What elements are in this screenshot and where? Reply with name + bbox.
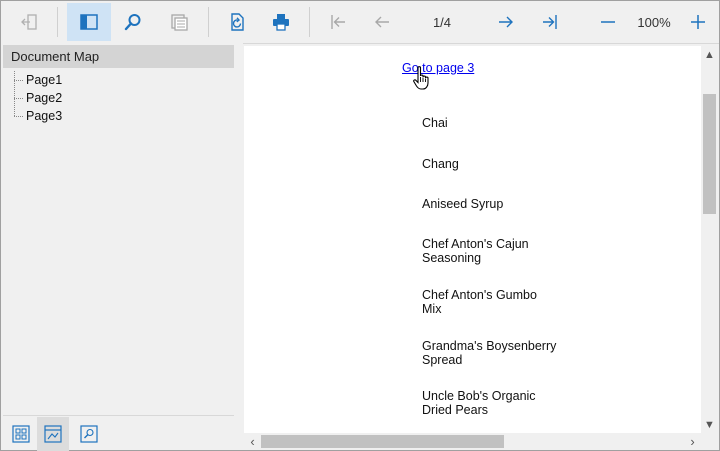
- search-icon: [124, 14, 141, 31]
- page-view-button[interactable]: [159, 3, 199, 41]
- page-indicator[interactable]: 1/4: [417, 3, 467, 41]
- zoom-out-button[interactable]: [589, 3, 627, 41]
- product-name: Chef Anton's Cajun Seasoning: [422, 237, 529, 265]
- first-page-button[interactable]: [319, 3, 357, 41]
- horizontal-scroll-thumb[interactable]: [261, 435, 504, 448]
- scroll-down-arrow-icon[interactable]: ▼: [701, 416, 718, 433]
- thumbnails-icon: [12, 425, 30, 443]
- next-page-button[interactable]: [487, 3, 525, 41]
- arrow-right-icon: [499, 16, 513, 28]
- thumbnails-view-button[interactable]: [5, 417, 37, 451]
- hand-cursor-icon: [412, 65, 434, 96]
- sidebar-panel-icon: [80, 14, 98, 30]
- horizontal-scrollbar[interactable]: ‹ ›: [244, 433, 701, 450]
- product-name: Aniseed Syrup: [422, 197, 504, 211]
- zoom-level[interactable]: 100%: [631, 3, 677, 41]
- report-viewer-window: 1/4 100% Document Map Page1 Page2 Page3 …: [0, 0, 720, 451]
- refresh-button[interactable]: [217, 3, 257, 41]
- search-button[interactable]: [113, 3, 153, 41]
- document-map-panel: Document Map Page1 Page2 Page3: [1, 43, 236, 451]
- last-page-icon: [543, 15, 557, 29]
- sidebar-view-switcher: [3, 415, 234, 451]
- toolbar-separator: [208, 7, 209, 37]
- toolbar: 1/4 100%: [1, 1, 719, 44]
- back-to-parent-icon: [21, 14, 37, 30]
- scroll-right-arrow-icon[interactable]: ›: [684, 433, 701, 450]
- toolbar-separator: [309, 7, 310, 37]
- document-map-item-page3[interactable]: Page3: [9, 107, 62, 125]
- product-name: Chai: [422, 116, 448, 130]
- document-map-icon: [44, 425, 62, 443]
- first-page-icon: [331, 15, 345, 29]
- back-to-parent-button[interactable]: [11, 3, 47, 41]
- vertical-scroll-thumb[interactable]: [703, 94, 716, 214]
- plus-icon: [691, 15, 705, 29]
- product-name: Uncle Bob's Organic Dried Pears: [422, 389, 536, 417]
- minus-icon: [601, 21, 615, 23]
- last-page-button[interactable]: [531, 3, 569, 41]
- toolbar-separator: [57, 7, 58, 37]
- toggle-sidebar-button[interactable]: [67, 3, 111, 41]
- scroll-up-arrow-icon[interactable]: ▲: [701, 46, 718, 63]
- zoom-in-button[interactable]: [681, 3, 715, 41]
- search-results-view-button[interactable]: [73, 417, 105, 451]
- document-map-item-page1[interactable]: Page1: [9, 71, 62, 89]
- document-map-tree: Page1 Page2 Page3: [9, 71, 62, 125]
- previous-page-button[interactable]: [363, 3, 401, 41]
- printer-icon: [273, 14, 289, 31]
- product-name: Chef Anton's Gumbo Mix: [422, 288, 537, 316]
- report-page: Go to page 3 Chai Chang Aniseed Syrup Ch…: [244, 46, 701, 433]
- product-name: Grandma's Boysenberry Spread: [422, 339, 557, 367]
- search-panel-icon: [80, 425, 98, 443]
- panel-splitter[interactable]: [236, 43, 243, 450]
- document-map-view-button[interactable]: [37, 417, 69, 451]
- pages-icon: [171, 14, 188, 31]
- document-map-title: Document Map: [3, 45, 234, 68]
- refresh-document-icon: [231, 13, 244, 31]
- vertical-scrollbar[interactable]: ▲ ▼: [701, 46, 718, 433]
- product-name: Chang: [422, 157, 459, 171]
- document-map-item-page2[interactable]: Page2: [9, 89, 62, 107]
- scrollbar-corner: [701, 433, 718, 450]
- scroll-left-arrow-icon[interactable]: ‹: [244, 433, 261, 450]
- print-button[interactable]: [261, 3, 301, 41]
- arrow-left-icon: [375, 16, 389, 28]
